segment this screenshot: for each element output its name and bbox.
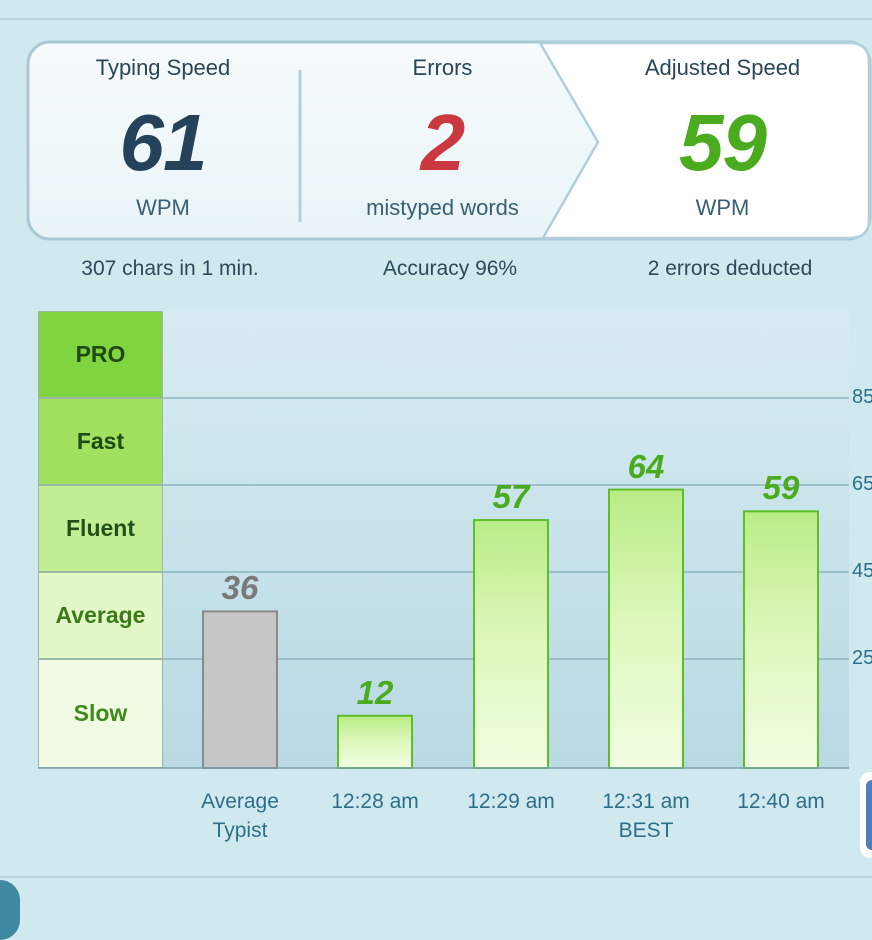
bottom-divider (0, 876, 872, 878)
y-tick-label: 85 (852, 386, 872, 408)
bar-value-label: 36 (221, 569, 259, 607)
corner-decoration (0, 880, 20, 940)
y-tick-label: 25 (852, 647, 872, 669)
bar (608, 488, 684, 769)
bar-value-label: 12 (356, 673, 394, 711)
side-tab[interactable] (860, 772, 872, 858)
category-label: 12:29 am (441, 787, 581, 816)
category-label-line: 12:40 am (737, 790, 825, 813)
bar-value-label: 64 (627, 447, 665, 485)
category-label: 12:28 am (305, 787, 445, 816)
category-label-line: BEST (618, 819, 674, 842)
y-tick-label: 45 (852, 560, 872, 582)
bar-value-label: 59 (762, 469, 800, 507)
bar (743, 510, 819, 769)
category-label-line: 12:28 am (331, 790, 419, 813)
bar (202, 610, 278, 770)
category-label-line: 12:29 am (467, 790, 555, 813)
speed-history-chart (38, 311, 849, 770)
category-label-line: Average (201, 790, 279, 813)
y-tick-label: 65 (852, 473, 872, 495)
category-label: 12:31 am BEST (576, 787, 716, 845)
bar-value-label: 57 (492, 478, 530, 516)
bar (473, 519, 549, 769)
category-label: Average Typist (170, 787, 310, 845)
category-label: 12:40 am (711, 787, 851, 816)
bar (337, 714, 413, 769)
side-tab-inner (866, 780, 872, 850)
category-label-line: Typist (212, 819, 268, 842)
category-label-line: 12:31 am (602, 790, 690, 813)
